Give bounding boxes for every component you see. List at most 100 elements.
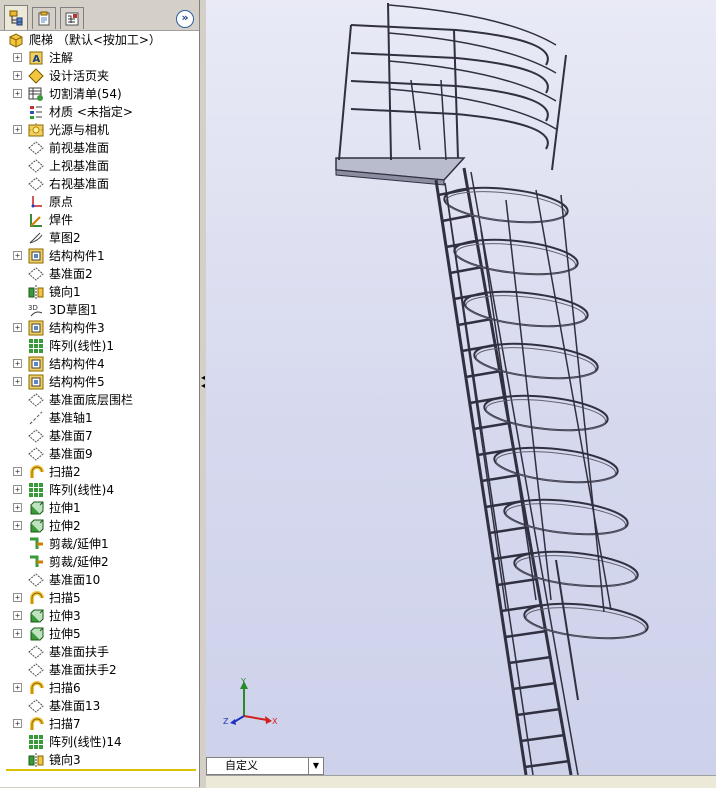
tree-item[interactable]: + 结构构件4 xyxy=(0,355,199,373)
expand-toggle-icon[interactable]: + xyxy=(13,125,22,134)
weldment-icon xyxy=(28,212,44,228)
featuremanager-tab[interactable] xyxy=(4,5,28,30)
configurationmanager-tab[interactable] xyxy=(60,7,84,29)
tree-item[interactable]: + 结构构件1 xyxy=(0,247,199,265)
tree-item-label: 3D草图1 xyxy=(49,303,98,317)
tree-item[interactable]: 阵列(线性)1 xyxy=(0,337,199,355)
extrude-icon xyxy=(28,500,44,516)
view-orientation-combo[interactable]: 自定义 ▼ xyxy=(206,757,324,775)
feature-tree-icon xyxy=(9,10,23,26)
propertymanager-tab[interactable] xyxy=(32,7,56,29)
tree-item-label: 拉伸5 xyxy=(49,627,81,641)
tree-item-label: 拉伸3 xyxy=(49,609,81,623)
tree-item-label: 前视基准面 xyxy=(49,141,110,155)
tree-item[interactable]: 原点 xyxy=(0,193,199,211)
expand-toggle-icon[interactable]: + xyxy=(13,467,22,476)
plane-icon xyxy=(28,572,44,588)
expand-toggle-icon[interactable]: + xyxy=(13,521,22,530)
tree-item[interactable]: 镜向1 xyxy=(0,283,199,301)
expand-toggle-icon[interactable]: + xyxy=(13,683,22,692)
tree-item[interactable]: + 结构构件5 xyxy=(0,373,199,391)
tree-item[interactable]: + 拉伸2 xyxy=(0,517,199,535)
extrude-icon xyxy=(28,518,44,534)
tree-item-label: 镜向3 xyxy=(49,753,81,767)
tree-item[interactable]: 基准面13 xyxy=(0,697,199,715)
tree-item-label: 注解 xyxy=(49,51,74,65)
annotations-icon: A xyxy=(28,50,44,66)
expand-toggle-icon[interactable]: + xyxy=(13,71,22,80)
tree-item[interactable]: 3D 3D草图1 xyxy=(0,301,199,319)
sketch-icon xyxy=(28,230,44,246)
plane-icon xyxy=(28,158,44,174)
tree-item[interactable]: + A 注解 xyxy=(0,49,199,67)
cut-list-icon xyxy=(28,86,44,102)
tree-item-label: 基准面2 xyxy=(49,267,93,281)
tree-item-label: 上视基准面 xyxy=(49,159,110,173)
trim-extend-icon xyxy=(28,536,44,552)
tree-item[interactable]: + 拉伸1 xyxy=(0,499,199,517)
tree-item[interactable]: + 设计活页夹 xyxy=(0,67,199,85)
tree-item-label: 阵列(线性)4 xyxy=(49,483,114,497)
viewport-statusbar xyxy=(206,775,716,788)
expand-toggle-icon[interactable]: + xyxy=(13,323,22,332)
expand-toggle-icon[interactable]: + xyxy=(13,377,22,386)
expand-toggle-icon[interactable]: + xyxy=(13,251,22,260)
tree-item[interactable]: 草图2 xyxy=(0,229,199,247)
expand-toggle-icon[interactable]: + xyxy=(13,629,22,638)
tree-item[interactable]: 剪裁/延伸2 xyxy=(0,553,199,571)
mirror-icon xyxy=(28,284,44,300)
tree-item[interactable]: + 拉伸3 xyxy=(0,607,199,625)
chevron-down-icon[interactable]: ▼ xyxy=(308,758,323,774)
tree-item[interactable]: 基准面7 xyxy=(0,427,199,445)
tree-item[interactable]: 基准面底层围栏 xyxy=(0,391,199,409)
tree-item[interactable]: 剪裁/延伸1 xyxy=(0,535,199,553)
expand-toggle-icon[interactable]: + xyxy=(13,719,22,728)
structural-member-icon xyxy=(28,248,44,264)
tree-item-label: 结构构件5 xyxy=(49,375,105,389)
tree-root[interactable]: 爬梯 （默认<按加工>） xyxy=(0,31,199,49)
expand-toggle-icon[interactable]: + xyxy=(13,485,22,494)
tree-item[interactable]: 材质 <未指定> xyxy=(0,103,199,121)
tree-item[interactable]: + 阵列(线性)4 xyxy=(0,481,199,499)
lights-cameras-icon xyxy=(28,122,44,138)
tree-item[interactable]: + 扫描6 xyxy=(0,679,199,697)
tree-item[interactable]: + 切割清单(54) xyxy=(0,85,199,103)
graphics-viewport[interactable] xyxy=(206,0,716,775)
rollback-bar[interactable] xyxy=(6,769,196,771)
expand-toggle-icon[interactable]: + xyxy=(13,593,22,602)
tree-item[interactable]: 基准面9 xyxy=(0,445,199,463)
expand-toggle-icon[interactable]: + xyxy=(13,359,22,368)
tree-item[interactable]: + 扫描7 xyxy=(0,715,199,733)
sweep-icon xyxy=(28,716,44,732)
tree-item-label: 材质 <未指定> xyxy=(49,105,133,119)
expand-panel-button[interactable]: » xyxy=(176,10,194,28)
tree-item[interactable]: + 拉伸5 xyxy=(0,625,199,643)
tree-item[interactable]: 基准面扶手2 xyxy=(0,661,199,679)
tree-item[interactable]: 上视基准面 xyxy=(0,157,199,175)
expand-toggle-icon[interactable]: + xyxy=(13,611,22,620)
tree-item[interactable]: 前视基准面 xyxy=(0,139,199,157)
expand-toggle-icon[interactable]: + xyxy=(13,53,22,62)
feature-manager-panel: » 爬梯 （默认<按加工>） + A 注解 + 设计活页夹 + 切割清单(54) 材质 <未指… xyxy=(0,0,200,787)
expand-toggle-icon[interactable]: + xyxy=(13,503,22,512)
tree-item[interactable]: 右视基准面 xyxy=(0,175,199,193)
tree-item-label: 扫描2 xyxy=(49,465,81,479)
plane-icon xyxy=(28,176,44,192)
tree-item[interactable]: 基准面扶手 xyxy=(0,643,199,661)
tree-item-label: 右视基准面 xyxy=(49,177,110,191)
tree-item[interactable]: + 扫描2 xyxy=(0,463,199,481)
tree-item[interactable]: 阵列(线性)14 xyxy=(0,733,199,751)
tree-item[interactable]: 基准面10 xyxy=(0,571,199,589)
property-sheet-icon xyxy=(38,11,50,25)
tree-item[interactable]: + 光源与相机 xyxy=(0,121,199,139)
tree-item[interactable]: + 结构构件3 xyxy=(0,319,199,337)
tree-item[interactable]: + 扫描5 xyxy=(0,589,199,607)
plane-icon xyxy=(28,140,44,156)
tree-item[interactable]: 焊件 xyxy=(0,211,199,229)
expand-toggle-icon[interactable]: + xyxy=(13,89,22,98)
tree-item[interactable]: 基准轴1 xyxy=(0,409,199,427)
tree-item[interactable]: 基准面2 xyxy=(0,265,199,283)
tree-item-label: 草图2 xyxy=(49,231,81,245)
tree-item[interactable]: 镜向3 xyxy=(0,751,199,769)
design-binder-icon xyxy=(28,68,44,84)
